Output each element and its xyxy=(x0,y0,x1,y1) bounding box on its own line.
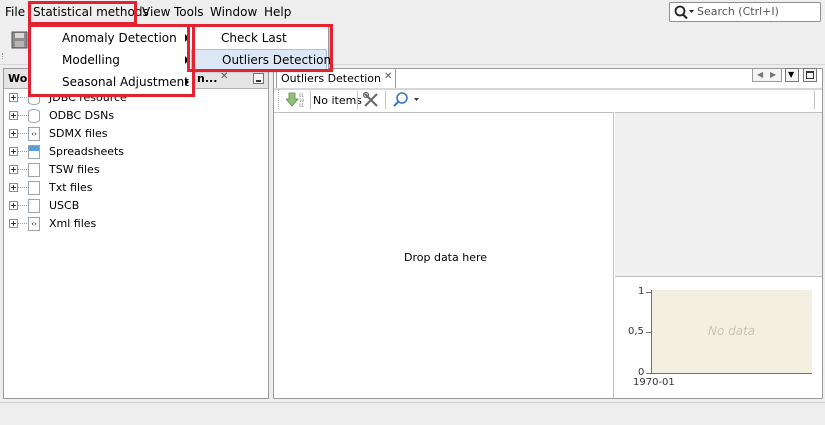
xml-file-icon: ‹› xyxy=(28,217,40,231)
y-tick-label: 1 xyxy=(638,286,645,297)
tree-item[interactable]: ‹› Xml files xyxy=(4,215,264,233)
menu-item-label: Anomaly Detection xyxy=(62,31,177,45)
menu-check-last[interactable]: Check Last xyxy=(190,27,328,49)
expand-icon[interactable] xyxy=(9,201,18,210)
menu-item-label: Outliers Detection xyxy=(222,53,332,67)
expand-icon[interactable] xyxy=(9,219,18,228)
expand-icon[interactable] xyxy=(9,183,18,192)
no-data-placeholder: No data xyxy=(708,324,756,338)
drop-area[interactable]: Drop data here xyxy=(274,112,614,398)
menu-outliers-detection[interactable]: Outliers Detection xyxy=(191,49,331,71)
menu-help[interactable]: Help xyxy=(264,5,291,20)
tree-item-label: USCB xyxy=(49,199,80,212)
tree-item[interactable]: TSW files xyxy=(4,161,264,179)
import-data-icon[interactable]: 01 10 01 xyxy=(286,91,308,109)
tree-item[interactable]: ‹› SDMX files xyxy=(4,125,264,143)
menu-tools[interactable]: Tools xyxy=(174,5,204,20)
tree-item-label: Txt files xyxy=(49,181,93,194)
drop-data-hint: Drop data here xyxy=(404,251,488,264)
tab-list-icon[interactable]: ▼ xyxy=(785,68,799,82)
tools-icon[interactable] xyxy=(362,91,380,109)
details-panel xyxy=(615,112,822,277)
spreadsheet-icon xyxy=(28,145,40,159)
expand-icon[interactable] xyxy=(9,93,18,102)
database-icon xyxy=(28,109,40,123)
expand-icon[interactable] xyxy=(9,111,18,120)
y-tick-label: 0,5 xyxy=(628,326,644,337)
menu-view[interactable]: View xyxy=(142,5,170,20)
text-file-icon xyxy=(28,199,40,213)
minimize-panel-icon[interactable] xyxy=(253,73,264,84)
items-status: No items xyxy=(313,94,363,107)
maximize-panel-icon[interactable] xyxy=(803,68,817,82)
anomaly-detection-submenu: Check Last Outliers Detection xyxy=(189,25,331,71)
x-tick-label: 1970-01 xyxy=(633,377,675,388)
tree-item[interactable]: Txt files xyxy=(4,179,264,197)
tab-label: Outliers Detection xyxy=(281,72,382,85)
menu-modelling[interactable]: Modelling xyxy=(31,49,192,71)
menu-file[interactable]: File xyxy=(5,5,25,20)
workspace-panel: Wo n... ✕ JDBC resource ODBC DSNs ‹› SDM… xyxy=(3,68,269,399)
menu-anomaly-detection[interactable]: Anomaly Detection xyxy=(31,27,192,49)
expand-icon[interactable] xyxy=(9,129,18,138)
search-placeholder: Search (Ctrl+I) xyxy=(697,5,779,18)
chart-plot-area: No data xyxy=(651,290,812,374)
tree-item-label: SDMX files xyxy=(49,127,108,140)
text-file-icon xyxy=(28,163,40,177)
menu-item-label: Seasonal Adjustment xyxy=(62,75,189,89)
status-bar xyxy=(0,402,825,425)
xml-file-icon: ‹› xyxy=(28,127,40,141)
menu-seasonal-adjustment[interactable]: Seasonal Adjustment xyxy=(31,71,192,93)
scroll-right-icon[interactable]: ▶ xyxy=(770,70,776,79)
scroll-left-icon[interactable]: ◀ xyxy=(757,70,763,79)
tab-scroll-buttons[interactable]: ◀ ▶ xyxy=(752,68,782,82)
close-tab-icon[interactable]: ✕ xyxy=(384,71,392,82)
svg-text:01: 01 xyxy=(299,103,305,108)
close-tab-icon[interactable]: ✕ xyxy=(220,71,228,82)
tree-item[interactable]: Spreadsheets xyxy=(4,143,264,161)
search-icon[interactable] xyxy=(673,5,695,20)
tab-outliers-detection[interactable]: Outliers Detection ✕ xyxy=(276,68,396,88)
tree-item[interactable]: ODBC DSNs xyxy=(4,107,264,125)
expand-icon[interactable] xyxy=(9,147,18,156)
zoom-icon[interactable] xyxy=(392,91,420,109)
tree-item-label: ODBC DSNs xyxy=(49,109,115,122)
search-input[interactable]: Search (Ctrl+I) xyxy=(669,2,821,22)
menu-item-label: Check Last xyxy=(221,31,287,45)
expand-icon[interactable] xyxy=(9,165,18,174)
submenu-arrow-icon xyxy=(185,78,189,86)
second-tab-title[interactable]: n... xyxy=(197,72,217,85)
tree-item-label: Xml files xyxy=(49,217,97,230)
text-file-icon xyxy=(28,181,40,195)
menu-bar: File Statistical methods View Tools Wind… xyxy=(0,0,825,25)
tree-item-label: TSW files xyxy=(49,163,100,176)
workspace-tab-title[interactable]: Wo xyxy=(8,72,27,85)
tab-bar-divider xyxy=(274,88,822,90)
menu-statistical-methods[interactable]: Statistical methods xyxy=(33,5,149,20)
tree-item[interactable]: USCB xyxy=(4,197,264,215)
menu-item-label: Modelling xyxy=(62,53,120,67)
statistical-methods-menu: Anomaly Detection Modelling Seasonal Adj… xyxy=(30,25,193,95)
tree-item-label: Spreadsheets xyxy=(49,145,125,158)
save-all-icon[interactable] xyxy=(9,29,31,55)
menu-window[interactable]: Window xyxy=(210,5,257,20)
